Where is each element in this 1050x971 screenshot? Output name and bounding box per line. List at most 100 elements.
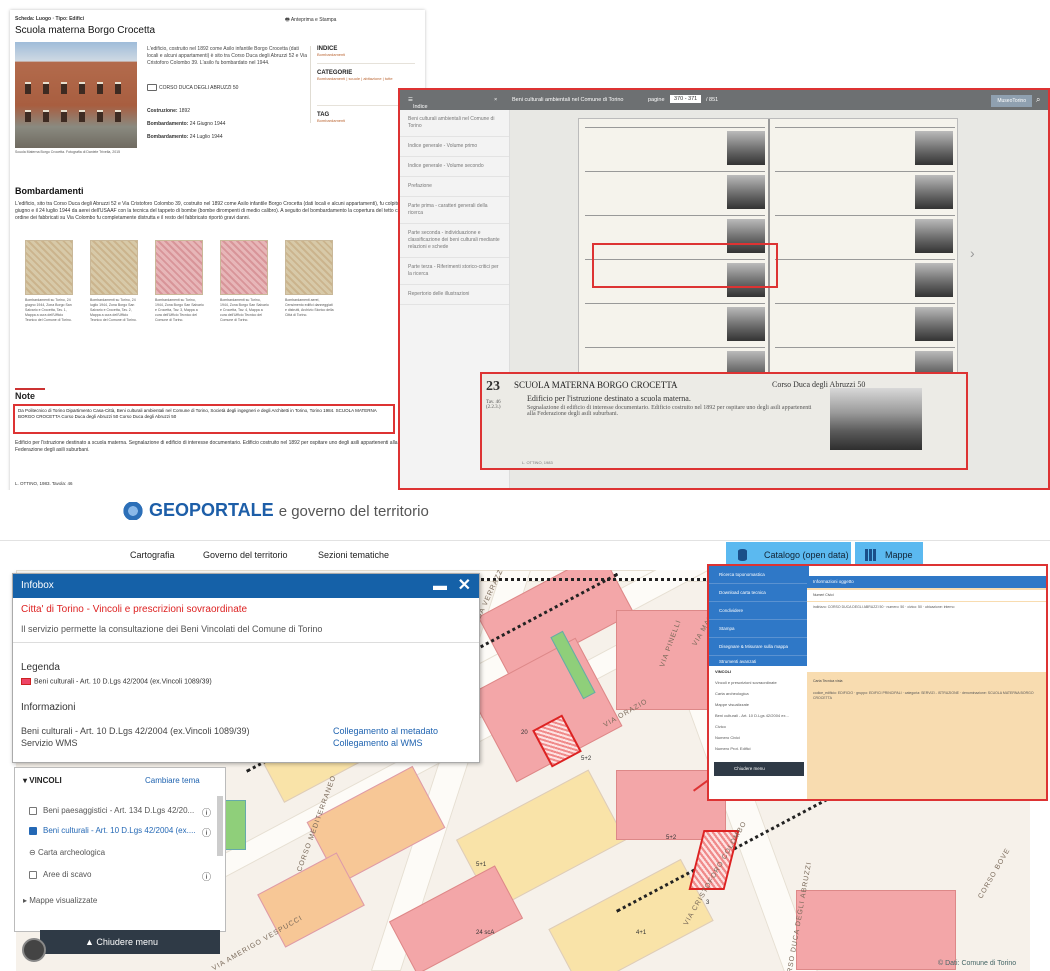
checkbox-checked[interactable] <box>29 826 37 835</box>
object-info-panel: Informazioni oggetto Numeri Civici indir… <box>807 576 1046 799</box>
toc-item[interactable]: Parte prima - caratteri generali della r… <box>400 197 509 224</box>
menu-item[interactable]: Download carta tecnica <box>709 584 809 602</box>
menu-item[interactable]: Stampa <box>709 620 809 638</box>
geoportale-logo[interactable]: GEOPORTALE e governo del territorio <box>120 500 429 521</box>
infobox-dialog: Infobox ▬ ✕ Citta' di Torino - Vincoli e… <box>12 573 480 763</box>
indice-link[interactable]: Bombardamenti <box>317 52 415 57</box>
entry-foot: L. OTTINO, 1983 <box>522 460 553 465</box>
checkbox[interactable] <box>29 806 37 815</box>
map-gallery: Bombardamenti su Torino, 24 giugno 1944,… <box>15 240 420 375</box>
print-button[interactable]: 🖶 Anteprima e Stampa <box>285 17 336 25</box>
layer-row[interactable]: Civico <box>709 721 809 732</box>
metadata-link[interactable]: Collegamento al metadato <box>333 726 438 736</box>
nav-sezioni[interactable]: Sezioni tematiche <box>318 550 389 560</box>
database-icon <box>738 549 747 561</box>
map-thumbnail[interactable] <box>25 240 73 295</box>
info-values: indirizzo: CORSO DUCA DEGLI ABRUZZI 50 ·… <box>807 602 1046 672</box>
search-icon[interactable]: ⌕ <box>1036 95 1040 105</box>
section-body: L'edificio, sito tra Corso Duca degli Ab… <box>15 201 419 221</box>
checkbox[interactable] <box>29 870 37 879</box>
map-thumbnail[interactable] <box>220 240 268 295</box>
toc-item[interactable]: Indice generale - Volume secondo <box>400 157 509 177</box>
visible-maps-toggle[interactable]: ▸ Mappe visualizzate <box>15 896 225 905</box>
info-icon[interactable]: ⓘ <box>202 806 211 819</box>
map-thumbnail[interactable] <box>285 240 333 295</box>
toc-item[interactable]: Parte seconda - individuazione e classif… <box>400 224 509 258</box>
brand-button[interactable]: MuseoTorino <box>991 95 1032 107</box>
pages-total: / 851 <box>706 97 719 103</box>
change-theme-link[interactable]: Cambiare tema <box>145 776 225 785</box>
menu-item[interactable]: Condividere <box>709 602 809 620</box>
menu-item[interactable]: Disegnare & Misurare sulla mappa <box>709 638 809 656</box>
map-card[interactable]: Bombardamenti su Torino, 24 luglio 1944,… <box>90 240 150 323</box>
layer-item[interactable]: Beni culturali - Art. 10 D.Lgs 42/2004 (… <box>15 826 225 838</box>
photo-caption: Scuola Materna Borgo Crocetta. Fotografi… <box>15 150 121 154</box>
map-card[interactable]: Bombardamenti su Torino, 1944, Zona Borg… <box>155 240 215 323</box>
section-title: Bombardamenti <box>15 186 84 196</box>
toc-item[interactable]: Prefazione <box>400 177 509 197</box>
layer-item[interactable]: Beni paesaggistici - Art. 134 D.Lgs 42/2… <box>15 806 225 818</box>
map-icon <box>147 84 157 91</box>
close-menu-button[interactable]: Chiudere menu <box>714 762 804 776</box>
nav-cartografia[interactable]: Cartografia <box>130 550 175 560</box>
toc-item[interactable]: Indice generale - Volume primo <box>400 137 509 157</box>
layer-item[interactable]: Aree di scavo ⓘ <box>15 870 225 882</box>
map-card[interactable]: Bombardamenti su Torino, 1944, Zona Borg… <box>220 240 280 323</box>
pages-label: pagine <box>648 97 665 103</box>
infobox-header: Infobox ▬ ✕ <box>13 574 479 598</box>
entry-number: 23 <box>486 379 500 394</box>
nav-governo[interactable]: Governo del territorio <box>203 550 288 560</box>
layer-row[interactable]: Beni culturali - Art. 10 D.Lgs 42/2004 e… <box>709 710 809 721</box>
bomb2-value: 24 Luglio 1944 <box>189 134 223 140</box>
object-info-title: Informazioni oggetto <box>807 576 1046 588</box>
layer-row[interactable]: Mappe visualizzate <box>709 699 809 710</box>
toc-item[interactable]: Beni culturali ambientali nel Comune di … <box>400 110 509 137</box>
costruzione-label: Costruzione: <box>147 108 178 114</box>
map-thumbnail[interactable] <box>155 240 203 295</box>
note-tail: L. OTTINO, 1983. Tavola: 46 <box>15 481 73 486</box>
vincoli-label[interactable]: VINCOLI <box>709 666 809 677</box>
page-title: Scuola materna Borgo Crocetta <box>15 25 156 36</box>
page-input[interactable]: 370 - 371 <box>670 95 702 103</box>
info-name: Beni culturali - Art. 10 D.Lgs 42/2004 (… <box>21 726 250 736</box>
entry-tav: Tav. 46 (2.2.3.) <box>486 400 501 410</box>
categorie-link[interactable]: Bombardamenti | scuole | abitazione | tu… <box>317 76 415 81</box>
map-card[interactable]: Bombardamenti aerei, Censimento edifici … <box>285 240 345 318</box>
info-section: Numeri Civici <box>807 590 1046 601</box>
close-menu-button[interactable]: ▲ Chiudere menu <box>40 930 220 954</box>
close-icon[interactable]: ✕ <box>458 575 471 595</box>
infobox-title: Infobox <box>21 580 54 591</box>
intro-text: L'edificio, costruito nel 1892 come Asil… <box>147 46 307 66</box>
toc-item[interactable]: Repertorio delle illustrazioni <box>400 285 509 305</box>
info-icon[interactable]: ⓘ <box>202 826 211 839</box>
menu-item[interactable]: Ricerca toponomastica <box>709 566 809 584</box>
map-card[interactable]: Bombardamenti su Torino, 24 giugno 1944,… <box>25 240 85 323</box>
side-menu: Ricerca toponomastica Download carta tec… <box>709 566 809 799</box>
legend-title: Legenda <box>21 662 60 673</box>
map-caption: Bombardamenti su Torino, 1944, Zona Borg… <box>220 298 269 322</box>
costruzione-value: 1892 <box>178 108 191 114</box>
address-text: CORSO DUCA DEGLI ABRUZZI 50 <box>159 84 239 91</box>
next-page-icon[interactable]: › <box>970 245 975 261</box>
layer-row[interactable]: Vincoli e prescrizioni sovraordinate <box>709 677 809 688</box>
layer-row[interactable]: Numero Civici <box>709 732 809 743</box>
layer-row[interactable]: Carta archeologica <box>709 688 809 699</box>
toc-item[interactable]: Parte terza - Riferimenti storico-critic… <box>400 258 509 285</box>
carta-archeologica-group[interactable]: ⊖ Carta archeologica <box>15 848 225 857</box>
scrollbar[interactable] <box>217 796 223 856</box>
selected-entry-highlight <box>592 243 778 288</box>
map-thumbnail[interactable] <box>90 240 138 295</box>
layer-description: Il servizio permette la consultazione de… <box>21 624 323 634</box>
minimize-icon[interactable]: ▬ <box>433 577 447 593</box>
settings-icon[interactable] <box>22 938 46 962</box>
reader-toolbar: ☰ Indice × Beni culturali ambientali nel… <box>400 90 1048 110</box>
layer-row[interactable]: Numero Prot. Edifici <box>709 743 809 754</box>
index-toggle[interactable]: ☰ Indice <box>408 97 428 110</box>
info-icon[interactable]: ⓘ <box>202 870 211 883</box>
info-section: Carta Tecnica vista <box>807 676 1046 687</box>
info-title: Informazioni <box>21 702 76 713</box>
layer-title: Citta' di Torino - Vincoli e prescrizion… <box>21 604 248 615</box>
close-icon[interactable]: × <box>494 97 497 103</box>
detail-screenshot: Ricerca toponomastica Download carta tec… <box>707 564 1048 801</box>
wms-link[interactable]: Collegamento al WMS <box>333 738 423 748</box>
